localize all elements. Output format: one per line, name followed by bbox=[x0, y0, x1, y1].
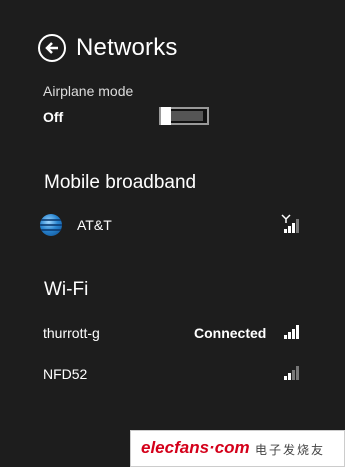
wifi-network-name: NFD52 bbox=[43, 366, 88, 382]
signal-bar bbox=[296, 366, 299, 380]
signal-strength-icon bbox=[284, 219, 299, 233]
signal-bar bbox=[288, 373, 291, 380]
signal-bar bbox=[288, 332, 291, 339]
watermark-text: elecfans·com bbox=[141, 438, 250, 457]
signal-bar bbox=[296, 325, 299, 339]
airplane-mode-toggle[interactable] bbox=[159, 107, 209, 125]
airplane-mode-state: Off bbox=[43, 109, 64, 125]
wifi-network-item[interactable]: NFD52 bbox=[0, 359, 345, 389]
wifi-connection-status: Connected bbox=[194, 325, 267, 341]
signal-bar bbox=[292, 370, 295, 380]
signal-strength-icon bbox=[284, 325, 299, 339]
signal-strength-icon bbox=[284, 366, 299, 380]
header: Networks bbox=[38, 34, 178, 62]
signal-bar bbox=[292, 223, 295, 233]
signal-bar bbox=[292, 329, 295, 339]
toggle-thumb bbox=[161, 107, 171, 125]
wifi-heading: Wi-Fi bbox=[44, 279, 89, 300]
wifi-network-item[interactable]: thurrott-g Connected bbox=[0, 318, 345, 348]
att-globe-icon bbox=[40, 214, 62, 236]
signal-bar bbox=[284, 229, 287, 233]
watermark-cn-text: 电子发烧友 bbox=[255, 443, 326, 457]
mobile-broadband-heading: Mobile broadband bbox=[44, 172, 197, 193]
airplane-mode-label: Airplane mode bbox=[43, 83, 134, 99]
signal-bar bbox=[284, 376, 287, 380]
watermark-logo: elecfans·com 电子发烧友 bbox=[130, 430, 345, 467]
signal-bar bbox=[296, 219, 299, 233]
signal-bar bbox=[284, 335, 287, 339]
mobile-carrier-name: AT&T bbox=[77, 217, 112, 233]
page-title: Networks bbox=[76, 34, 178, 61]
toggle-track bbox=[167, 111, 203, 121]
signal-bar bbox=[288, 226, 291, 233]
wifi-network-name: thurrott-g bbox=[43, 325, 100, 341]
back-button[interactable] bbox=[38, 34, 66, 62]
mobile-network-item[interactable]: AT&T bbox=[0, 210, 345, 240]
arrow-left-icon bbox=[45, 42, 58, 54]
